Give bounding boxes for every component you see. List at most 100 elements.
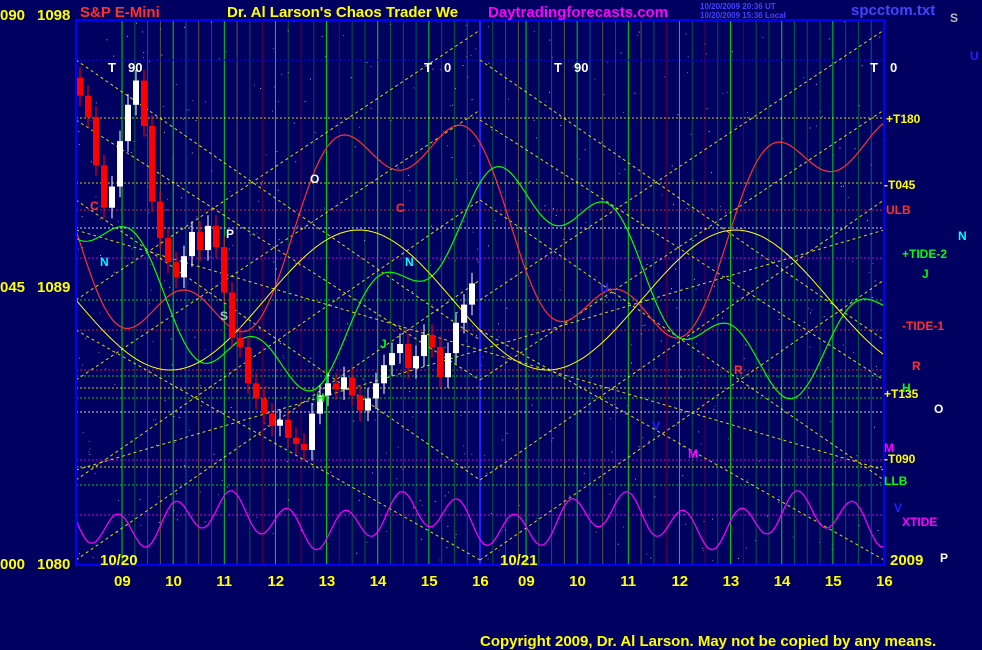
website-link[interactable]: Daytradingforecasts.com	[488, 4, 668, 21]
star-dot	[174, 441, 176, 443]
star-dot	[447, 525, 449, 527]
star-dot	[560, 125, 562, 127]
star-dot	[257, 200, 259, 202]
star-dot	[745, 344, 747, 346]
star-dot	[95, 196, 97, 198]
price-bar-body	[437, 347, 443, 378]
y-tick-mid-price: 1089	[37, 279, 70, 296]
star-dot	[79, 357, 80, 359]
star-dot	[601, 141, 603, 143]
star-dot	[99, 205, 101, 207]
star-dot	[370, 107, 372, 109]
star-dot	[506, 432, 508, 434]
star-dot	[170, 338, 172, 340]
star-dot	[449, 105, 451, 107]
star-dot	[412, 416, 414, 418]
chart: 09 10 11 12 13 14 15 16 09 10 11 12 13 14 15 16T 90 T 0 T 90…	[0, 0, 982, 650]
star-dot	[693, 278, 695, 280]
star-dot	[703, 521, 705, 523]
star-dot	[451, 157, 453, 158]
star-dot	[272, 110, 273, 112]
year-label: 2009	[890, 552, 923, 569]
x-tick-label: 13	[319, 573, 336, 590]
star-dot	[218, 58, 220, 60]
star-dot	[533, 119, 535, 121]
star-dot	[611, 451, 613, 453]
star-dot	[183, 465, 185, 467]
star-dot	[323, 207, 325, 209]
star-dot	[273, 261, 275, 263]
star-dot	[259, 328, 261, 330]
star-dot	[409, 190, 411, 192]
star-dot	[622, 111, 624, 113]
star-dot	[267, 425, 269, 426]
star-dot	[569, 229, 570, 231]
column-label: T	[424, 60, 432, 75]
star-dot	[77, 248, 79, 250]
star-dot	[142, 31, 144, 33]
star-dot	[149, 303, 151, 305]
star-dot	[746, 547, 747, 549]
x-tick-label: 09	[518, 573, 535, 590]
star-dot	[410, 229, 412, 230]
star-dot	[276, 151, 278, 153]
y-tick-bottom-left: 000	[0, 556, 25, 573]
price-bar-body	[285, 419, 291, 438]
star-dot	[204, 521, 206, 523]
star-dot	[617, 543, 619, 545]
price-bar-body	[309, 413, 315, 450]
right-axis-label: J	[922, 267, 929, 281]
star-dot	[634, 478, 636, 480]
star-dot	[549, 39, 551, 41]
star-dot	[722, 317, 723, 319]
star-dot	[195, 120, 197, 122]
star-dot	[762, 37, 764, 38]
star-dot	[638, 446, 640, 448]
star-dot	[692, 240, 694, 241]
symbol-title: S&P E-Mini	[80, 4, 160, 21]
star-dot	[89, 453, 91, 455]
star-dot	[620, 52, 622, 54]
star-dot	[411, 291, 413, 293]
column-label: T	[108, 60, 116, 75]
star-dot	[473, 145, 475, 147]
star-dot	[256, 232, 258, 234]
star-dot	[460, 415, 462, 417]
star-dot	[350, 77, 352, 79]
star-dot	[867, 220, 868, 222]
star-dot	[545, 100, 547, 102]
x-tick-label: 10	[569, 573, 586, 590]
star-dot	[488, 62, 490, 64]
star-dot	[803, 77, 805, 79]
star-dot	[506, 307, 508, 309]
price-bar-body	[293, 437, 299, 444]
price-bar-body	[125, 104, 131, 142]
x-tick-label: 16	[472, 573, 489, 590]
price-bar-body	[333, 383, 339, 390]
star-dot	[804, 322, 806, 323]
price-bar-body	[365, 398, 371, 411]
star-dot	[713, 408, 715, 410]
star-dot	[727, 438, 729, 440]
star-dot	[682, 446, 684, 448]
price-bar-body	[165, 238, 171, 263]
star-dot	[272, 532, 274, 534]
star-dot	[809, 127, 811, 129]
star-dot	[610, 287, 611, 289]
star-dot	[829, 382, 830, 384]
price-bar-body	[261, 398, 267, 414]
x-tick-label: 11	[216, 573, 232, 590]
star-dot	[859, 485, 861, 487]
price-bar-body	[397, 343, 403, 354]
star-dot	[413, 507, 414, 509]
star-dot	[217, 494, 219, 496]
star-dot	[477, 248, 479, 250]
star-dot	[809, 346, 811, 348]
star-dot	[421, 538, 423, 540]
star-dot	[624, 168, 626, 170]
star-dot	[861, 65, 863, 67]
star-dot	[188, 429, 190, 431]
star-dot	[356, 552, 358, 554]
star-dot	[706, 108, 708, 110]
star-dot	[585, 222, 587, 223]
